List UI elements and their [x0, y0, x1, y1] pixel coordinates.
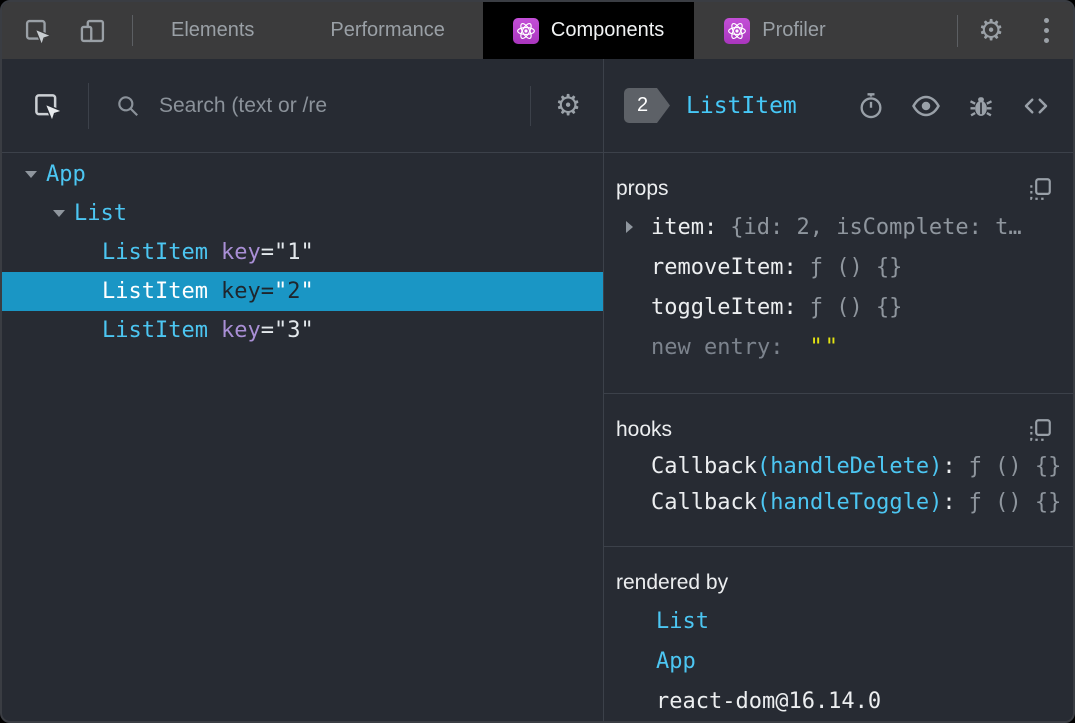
inspected-component-title: ListItem	[686, 92, 797, 119]
prop-name: item:	[651, 214, 718, 240]
owner-link[interactable]: App	[656, 649, 696, 674]
prop-row-item[interactable]: item: {id: 2, isComplete: t…	[604, 207, 1073, 247]
key-attribute-name: key	[220, 279, 261, 304]
search-input[interactable]	[159, 93, 520, 118]
tab-label: Components	[550, 19, 665, 41]
hook-name: (handleToggle)	[756, 489, 943, 515]
react-logo-icon	[512, 17, 539, 44]
search-icon	[115, 93, 141, 119]
tabbar-right-controls: ⚙	[957, 2, 1073, 59]
renderer-version-label: react-dom@16.14.0	[656, 688, 882, 714]
section-title: hooks	[616, 418, 673, 441]
prop-value: {id: 2, isComplete: t…	[730, 214, 1022, 240]
inspect-element-icon[interactable]	[22, 16, 52, 46]
prop-name: removeItem:	[651, 254, 797, 280]
props-section-header: props	[604, 171, 1073, 207]
device-toolbar-icon[interactable]	[78, 16, 108, 46]
tabbar-separator	[957, 14, 958, 47]
tabbar-left-icons	[2, 2, 108, 59]
key-attribute-value: 3	[287, 318, 301, 343]
view-source-code-icon[interactable]	[1021, 91, 1051, 121]
component-name: ListItem	[102, 240, 208, 265]
components-tree-panel: ⚙ App List ListItem key="1"	[2, 59, 604, 721]
suspense-stopwatch-icon[interactable]	[856, 91, 886, 121]
key-attribute-name: key	[220, 240, 261, 265]
section-title: rendered by	[616, 571, 729, 594]
tab-components[interactable]: Components	[482, 2, 695, 59]
pick-component-icon[interactable]	[32, 91, 62, 121]
hooks-section: hooks Callback (handleDelete): ƒ () {} Ca…	[604, 394, 1073, 547]
tab-profiler[interactable]: Profiler	[694, 2, 855, 59]
rendered-by-header: rendered by	[604, 565, 1073, 601]
inspected-element-panel: 2 ListItem props item: {id: 2, isComplet…	[604, 59, 1073, 721]
hook-value: ƒ () {}	[968, 489, 1062, 515]
prop-row-new-entry[interactable]: new entry: ""	[604, 327, 1073, 367]
new-entry-label: new entry:	[651, 334, 784, 360]
prop-row-toggleitem[interactable]: toggleItem: ƒ () {}	[604, 287, 1073, 327]
tree-row-listitem-2-selected[interactable]: ListItem key = " 2 "	[2, 272, 603, 311]
key-attribute-value: 2	[287, 279, 301, 304]
copy-hooks-icon[interactable]	[1027, 417, 1053, 443]
prop-value: ƒ () {}	[809, 294, 903, 320]
rendered-by-section: rendered by List App react-dom@16.14.0	[604, 547, 1073, 721]
inspected-element-actions	[856, 91, 1051, 121]
owner-link[interactable]: List	[656, 609, 709, 634]
element-index-badge: 2	[624, 88, 670, 123]
new-entry-value-input[interactable]: ""	[809, 335, 840, 360]
inspect-dom-eye-icon[interactable]	[911, 91, 941, 121]
tab-elements[interactable]: Elements	[133, 2, 292, 59]
hook-name: (handleDelete)	[756, 453, 943, 479]
kebab-menu-icon[interactable]	[1036, 14, 1057, 47]
tree-row-app[interactable]: App	[2, 155, 603, 194]
component-name: App	[46, 162, 86, 187]
hook-row-handletoggle[interactable]: Callback (handleToggle): ƒ () {}	[604, 484, 1073, 520]
rendered-by-item-reactdom: react-dom@16.14.0	[604, 681, 1073, 721]
collapse-icon[interactable]	[25, 171, 37, 178]
hooks-section-header: hooks	[604, 412, 1073, 448]
hook-type: Callback	[651, 453, 757, 479]
copy-props-icon[interactable]	[1027, 176, 1053, 202]
rendered-by-item-list[interactable]: List	[604, 601, 1073, 641]
collapse-icon[interactable]	[53, 210, 65, 217]
tab-label: Profiler	[762, 19, 826, 41]
log-to-console-bug-icon[interactable]	[966, 91, 996, 121]
tab-label: Performance	[330, 19, 445, 41]
expand-icon[interactable]	[626, 221, 633, 233]
tab-performance[interactable]: Performance	[292, 2, 483, 59]
tree-row-listitem-3[interactable]: ListItem key = " 3 "	[2, 311, 603, 350]
devtools-tabbar: Elements Performance Components Profiler…	[2, 2, 1073, 59]
component-name: ListItem	[102, 318, 208, 343]
react-devtools-window: Elements Performance Components Profiler…	[0, 0, 1075, 723]
toolbar-separator	[88, 82, 89, 129]
tree-toolbar: ⚙	[2, 59, 603, 153]
component-name: List	[74, 201, 127, 226]
tab-label: Elements	[171, 19, 255, 41]
key-attribute-name: key	[220, 318, 261, 343]
tree-row-listitem-1[interactable]: ListItem key = " 1 "	[2, 233, 603, 272]
prop-name: toggleItem:	[651, 294, 797, 320]
react-logo-icon	[724, 17, 751, 44]
inspected-element-header: 2 ListItem	[604, 59, 1073, 153]
component-name: ListItem	[102, 279, 208, 304]
hook-value: ƒ () {}	[968, 453, 1062, 479]
section-title: props	[616, 177, 669, 200]
component-tree: App List ListItem key = " 1 " ListItem k…	[2, 153, 603, 721]
prop-row-removeitem[interactable]: removeItem: ƒ () {}	[604, 247, 1073, 287]
rendered-by-item-app[interactable]: App	[604, 641, 1073, 681]
devtools-content: ⚙ App List ListItem key="1"	[2, 59, 1073, 721]
hook-row-handledelete[interactable]: Callback (handleDelete): ƒ () {}	[604, 448, 1073, 484]
props-section: props item: {id: 2, isComplete: t… remov…	[604, 153, 1073, 394]
hook-type: Callback	[651, 489, 757, 515]
toolbar-separator	[530, 85, 531, 126]
settings-gear-icon[interactable]: ⚙	[978, 16, 1004, 45]
tree-row-list[interactable]: List	[2, 194, 603, 233]
key-attribute-value: 1	[287, 240, 301, 265]
prop-value: ƒ () {}	[809, 254, 903, 280]
view-settings-gear-icon[interactable]: ⚙	[555, 91, 581, 120]
